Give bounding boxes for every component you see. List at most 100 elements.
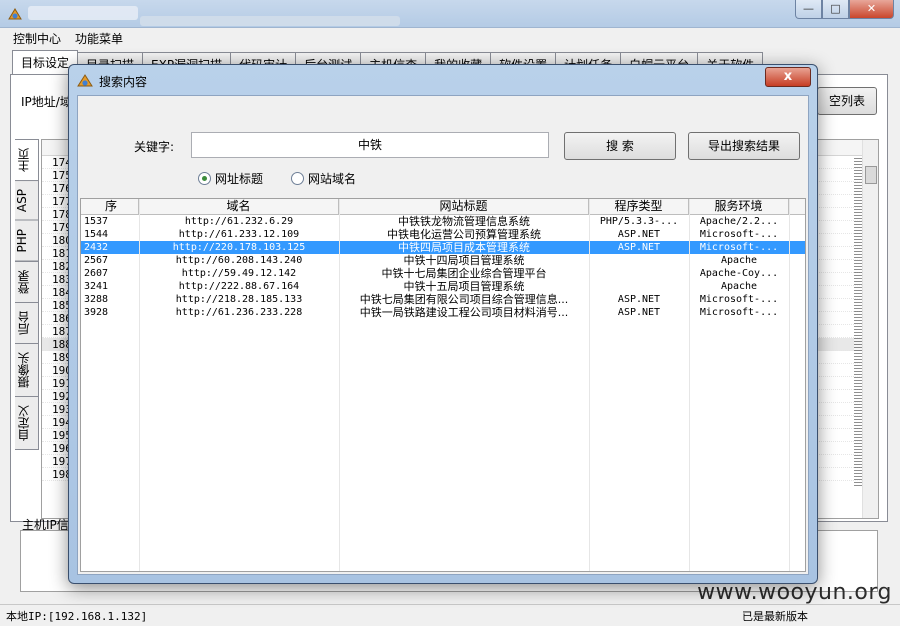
menu-bar: 控制中心 功能菜单 xyxy=(0,28,900,48)
cell-id: 3928 xyxy=(84,307,109,318)
cell-type xyxy=(589,267,689,280)
results-header: 序 域名 网站标题 程序类型 服务环境 xyxy=(81,199,805,215)
grid-line xyxy=(339,199,340,571)
col-server-header[interactable]: 服务环境 xyxy=(689,199,789,214)
menu-control-center[interactable]: 控制中心 xyxy=(6,28,68,48)
menu-functions[interactable]: 功能菜单 xyxy=(68,28,130,48)
background-scrollbar[interactable] xyxy=(862,140,878,518)
keyword-label: 关键字: xyxy=(134,140,175,154)
table-row[interactable]: 3928 http://61.236.233.228 中铁一局铁路建设工程公司项目材… xyxy=(81,306,805,319)
minimize-button[interactable]: — xyxy=(795,0,822,19)
cell-server: Microsoft-... xyxy=(699,229,779,240)
scrollbar-thumb[interactable] xyxy=(865,166,877,184)
cell-type: PHP/5.3.3-... xyxy=(599,216,679,227)
cell-title: 中铁四局项目成本管理系统 xyxy=(398,241,530,254)
search-dialog: 搜索内容 x 关键字: 中铁 搜 索 导出搜索结果 网址标题 网站域名 序 域名… xyxy=(68,64,818,584)
status-local-ip: 本地IP:[192.168.1.132] xyxy=(6,610,148,623)
cell-title: 中铁十五局项目管理系统 xyxy=(403,280,525,293)
col-id-header[interactable]: 序 xyxy=(81,199,139,214)
table-row[interactable]: 3241 http://222.88.67.164 中铁十五局项目管理系统 Apach… xyxy=(81,280,805,293)
col-type-header[interactable]: 程序类型 xyxy=(589,199,689,214)
search-button[interactable]: 搜 索 xyxy=(564,132,676,160)
table-row[interactable]: 2607 http://59.49.12.142 中铁十七局集团企业综合管理平台 Ap… xyxy=(81,267,805,280)
cell-domain: http://61.236.233.228 xyxy=(175,307,303,318)
results-table: 序 域名 网站标题 程序类型 服务环境 1537 http://61.232.6.… xyxy=(80,198,806,572)
maximize-button[interactable]: □ xyxy=(822,0,849,19)
cell-server: Apache/2.2... xyxy=(699,216,779,227)
keyword-input[interactable]: 中铁 xyxy=(191,132,549,158)
table-row[interactable]: 3288 http://218.28.185.133 中铁七局集团有限公司项目综合管… xyxy=(81,293,805,306)
grid-line xyxy=(589,199,590,571)
cell-type: ASP.NET xyxy=(617,294,661,305)
cell-domain: http://59.49.12.142 xyxy=(181,268,297,279)
radio-title-label: 网址标题 xyxy=(215,172,264,186)
cell-title: 中铁一局铁路建设工程公司项目材料消号... xyxy=(359,306,569,319)
table-row[interactable]: 2567 http://60.208.143.240 中铁十四局项目管理系统 Apac… xyxy=(81,254,805,267)
side-tab-asp[interactable]: ASP xyxy=(15,180,39,222)
cell-server: Apache xyxy=(720,281,758,292)
grid-line xyxy=(689,199,690,571)
dialog-close-button[interactable]: x xyxy=(765,67,811,87)
cell-title: 中铁电化运营公司预算管理系统 xyxy=(387,228,541,241)
radio-title[interactable]: 网址标题 xyxy=(198,170,263,187)
side-tab-home[interactable]: 主页 xyxy=(15,139,39,181)
blurred-window-title-2 xyxy=(140,16,400,26)
clear-list-button[interactable]: 空列表 xyxy=(817,87,877,115)
ip-address-label: IP地址/域 xyxy=(21,95,72,109)
col-title-header[interactable]: 网站标题 xyxy=(339,199,589,214)
cell-title: 中铁七局集团有限公司项目综合管理信息... xyxy=(359,293,569,306)
cell-domain: http://218.28.185.133 xyxy=(175,294,303,305)
cell-domain: http://220.178.103.125 xyxy=(172,242,306,253)
dialog-app-icon xyxy=(77,74,93,87)
cell-server: Microsoft-... xyxy=(699,307,779,318)
close-button[interactable]: ✕ xyxy=(849,0,894,19)
table-row[interactable]: 1537 http://61.232.6.29 中铁铁龙物流管理信息系统 PHP/5.… xyxy=(81,215,805,228)
radio-domain[interactable]: 网站域名 xyxy=(291,170,356,187)
results-body: 1537 http://61.232.6.29 中铁铁龙物流管理信息系统 PHP/5.… xyxy=(81,215,805,319)
status-version: 已是最新版本 xyxy=(742,610,808,623)
cell-domain: http://61.232.6.29 xyxy=(184,216,294,227)
cell-title: 中铁十七局集团企业综合管理平台 xyxy=(381,267,547,280)
side-tab-php[interactable]: PHP xyxy=(15,220,39,262)
cell-type xyxy=(589,280,689,293)
cell-server: Microsoft-... xyxy=(699,242,779,253)
side-tab-admin[interactable]: 后台 xyxy=(15,301,39,344)
cell-domain: http://61.233.12.109 xyxy=(178,229,300,240)
dialog-client: 关键字: 中铁 搜 索 导出搜索结果 网址标题 网站域名 序 域名 网站标题 程… xyxy=(77,95,809,575)
cell-domain: http://60.208.143.240 xyxy=(175,255,303,266)
app-icon xyxy=(8,8,22,20)
dialog-title: 搜索内容 xyxy=(99,75,148,89)
radio-domain-dot[interactable] xyxy=(291,172,305,185)
cell-type: ASP.NET xyxy=(617,242,661,253)
cell-title: 中铁十四局项目管理系统 xyxy=(403,254,525,267)
radio-title-dot[interactable] xyxy=(198,172,211,185)
main-titlebar: — □ ✕ xyxy=(0,0,900,28)
cell-id: 1537 xyxy=(84,216,109,227)
window-controls: — □ ✕ xyxy=(795,0,894,19)
table-row[interactable]: 1544 http://61.233.12.109 中铁电化运营公司预算管理系统 AS… xyxy=(81,228,805,241)
cell-id: 2432 xyxy=(84,242,109,253)
grid-line xyxy=(789,199,790,571)
cell-type: ASP.NET xyxy=(617,307,661,318)
table-row[interactable]: 2432 http://220.178.103.125 中铁四局项目成本管理系统 AS… xyxy=(81,241,805,254)
search-mode-radios: 网址标题 网站域名 xyxy=(198,170,356,187)
hatched-column xyxy=(854,156,862,486)
radio-domain-label: 网站域名 xyxy=(308,172,357,186)
cell-id: 2607 xyxy=(84,268,109,279)
cell-type xyxy=(589,254,689,267)
cell-type: ASP.NET xyxy=(617,229,661,240)
cell-server: Apache-Coy... xyxy=(699,268,779,279)
side-tab-custom[interactable]: 自定义 xyxy=(15,395,39,450)
side-tab-camera[interactable]: 摄像头 xyxy=(15,342,39,397)
cell-title: 中铁铁龙物流管理信息系统 xyxy=(398,215,530,228)
side-tab-login[interactable]: 登录 xyxy=(15,260,39,303)
grid-line xyxy=(139,199,140,571)
cell-id: 3241 xyxy=(84,281,109,292)
cell-server: Apache xyxy=(720,255,758,266)
col-domain-header[interactable]: 域名 xyxy=(139,199,339,214)
cell-id: 2567 xyxy=(84,255,109,266)
cell-domain: http://222.88.67.164 xyxy=(178,281,300,292)
cell-id: 1544 xyxy=(84,229,109,240)
cell-server: Microsoft-... xyxy=(699,294,779,305)
export-results-button[interactable]: 导出搜索结果 xyxy=(688,132,800,160)
